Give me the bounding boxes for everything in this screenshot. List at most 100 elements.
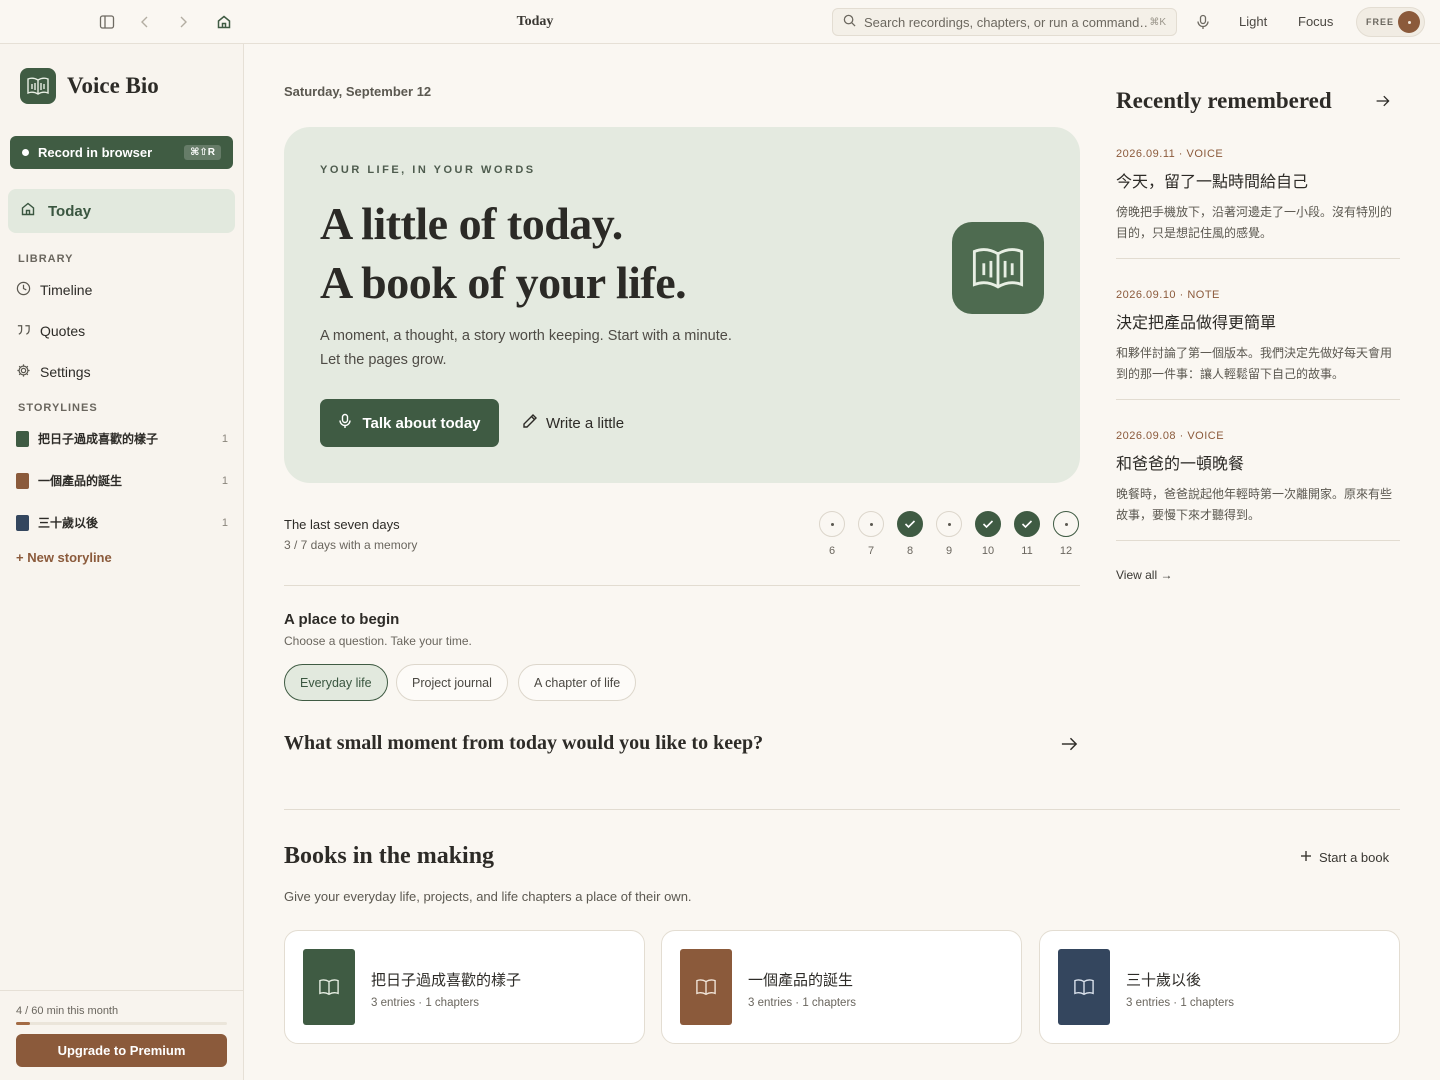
clock-icon: [16, 281, 31, 299]
chip-everyday-life[interactable]: Everyday life: [284, 664, 388, 701]
storyline-item[interactable]: 一個產品的誕生 1: [16, 472, 228, 489]
storyline-swatch: [16, 472, 29, 489]
week-day[interactable]: 9: [936, 511, 962, 557]
memory-body-line: 晚餐時，爸爸說起他年輕時第一次離開家。原來有些: [1116, 487, 1393, 501]
check-icon: [897, 511, 923, 537]
sidebar-item-timeline[interactable]: Timeline: [16, 281, 92, 299]
book-card[interactable]: 一個產品的誕生 3 entries · 1 chapters: [661, 930, 1022, 1044]
storyline-count: 1: [221, 432, 228, 445]
sidebar-item-quotes[interactable]: Quotes: [16, 322, 85, 340]
week-day-number: 6: [828, 545, 836, 557]
account-menu[interactable]: FREE: [1356, 7, 1425, 37]
memory-body-line: 故事，要慢下來才聽得到。: [1116, 508, 1261, 522]
memory-item[interactable]: 2026.09.10 · NOTE 決定把產品做得更簡單 和夥伴討論了第一個版本…: [1116, 289, 1400, 385]
week-day-number: 10: [981, 545, 995, 557]
record-label: Record in browser: [38, 145, 153, 160]
chip-project-journal[interactable]: Project journal: [396, 664, 508, 701]
sidebar-item-label: Timeline: [40, 282, 93, 298]
memory-item[interactable]: 2026.09.11 · VOICE 今天，留了一點時間給自己 傍晚把手機放下，…: [1116, 148, 1400, 244]
view-all-link[interactable]: View all →: [1116, 568, 1172, 582]
upgrade-button[interactable]: Upgrade to Premium: [16, 1034, 227, 1067]
hero-subtitle-line-1: A moment, a thought, a story worth keepi…: [320, 328, 732, 344]
week-summary: 3 / 7 days with a memory: [284, 538, 418, 552]
book-meta: 3 entries · 1 chapters: [748, 997, 857, 1009]
new-storyline-link[interactable]: + New storyline: [16, 550, 112, 565]
storyline-label: 把日子過成喜歡的樣子: [38, 432, 159, 446]
usage-label: 4 / 60 min this month: [16, 1005, 119, 1017]
week-day-number: 7: [867, 545, 875, 557]
divider: [1116, 540, 1400, 541]
storyline-label: 三十歲以後: [38, 516, 99, 530]
memory-title: 決定把產品做得更簡單: [1116, 315, 1277, 332]
memory-body-line: 傍晚把手機放下，沿著河邊走了一小段。沒有特別的: [1116, 205, 1393, 219]
record-shortcut: ⌘⇧R: [184, 145, 221, 160]
avatar: [1398, 11, 1420, 33]
arrow-right-icon[interactable]: [1060, 735, 1079, 758]
books-title: Books in the making: [284, 843, 495, 869]
week-day[interactable]: 8: [897, 511, 923, 557]
book-logo-icon: [20, 68, 56, 104]
microphone-icon[interactable]: [1192, 11, 1214, 33]
week-day[interactable]: 6: [819, 511, 845, 557]
prompt-question[interactable]: What small moment from today would you l…: [284, 732, 763, 755]
day-circle: [1053, 511, 1079, 537]
gear-icon: [16, 363, 31, 381]
divider: [0, 990, 244, 991]
week-day[interactable]: 11: [1014, 511, 1040, 557]
week-day[interactable]: 12: [1053, 511, 1079, 557]
theme-toggle[interactable]: Light: [1239, 14, 1267, 29]
memory-item[interactable]: 2026.09.08 · VOICE 和爸爸的一頓晚餐 晚餐時，爸爸說起他年輕時…: [1116, 430, 1400, 526]
storyline-swatch: [16, 514, 29, 531]
plan-badge: FREE: [1366, 17, 1395, 27]
week-day[interactable]: 7: [858, 511, 884, 557]
memory-body-line: 到的那一件事：讓人輕鬆留下自己的故事。: [1116, 367, 1345, 381]
storyline-count: 1: [221, 474, 228, 487]
storyline-item[interactable]: 把日子過成喜歡的樣子 1: [16, 430, 228, 447]
start-book-button[interactable]: Start a book: [1300, 850, 1389, 865]
week-day-number: 11: [1021, 545, 1033, 557]
quote-icon: [16, 322, 31, 340]
book-title: 一個產品的誕生: [748, 972, 854, 989]
storyline-item[interactable]: 三十歲以後 1: [16, 514, 228, 531]
storyline-swatch: [16, 430, 29, 447]
book-meta: 3 entries · 1 chapters: [371, 997, 480, 1009]
hero-subtitle-line-2: Let the pages grow.: [320, 352, 447, 368]
week-day[interactable]: 10: [975, 511, 1001, 557]
talk-about-today-button[interactable]: Talk about today: [320, 399, 499, 447]
open-book-icon: [696, 979, 716, 996]
open-book-icon: [319, 979, 339, 996]
sidebar-item-today[interactable]: Today: [8, 189, 235, 233]
hero-card: YOUR LIFE, IN YOUR WORDS A little of tod…: [284, 127, 1080, 483]
week-title: The last seven days: [284, 517, 400, 532]
record-button[interactable]: Record in browser ⌘⇧R: [10, 136, 233, 169]
book-title: 把日子過成喜歡的樣子: [371, 972, 522, 989]
book-cover: [303, 949, 355, 1025]
record-dot-icon: [22, 149, 29, 156]
memory-title: 和爸爸的一頓晚餐: [1116, 456, 1245, 473]
pencil-icon: [522, 413, 538, 433]
divider: [284, 585, 1080, 586]
week-day-number: 9: [945, 545, 953, 557]
write-a-little-button[interactable]: Write a little: [522, 413, 624, 433]
storyline-count: 1: [221, 516, 228, 529]
storylines-heading: STORYLINES: [18, 402, 98, 414]
book-card[interactable]: 三十歲以後 3 entries · 1 chapters: [1039, 930, 1400, 1044]
hero-headline-line-1: A little of today.: [320, 198, 623, 249]
focus-toggle[interactable]: Focus: [1298, 14, 1333, 29]
arrow-right-icon[interactable]: [1375, 93, 1391, 114]
sidebar-item-label: Quotes: [40, 323, 86, 339]
book-card[interactable]: 把日子過成喜歡的樣子 3 entries · 1 chapters: [284, 930, 645, 1044]
memory-meta: 2026.09.08 · VOICE: [1116, 430, 1225, 442]
chip-chapter-of-life[interactable]: A chapter of life: [518, 664, 637, 701]
recently-remembered-title: Recently remembered: [1116, 88, 1332, 113]
sidebar-item-settings[interactable]: Settings: [16, 363, 91, 381]
microphone-icon: [338, 413, 352, 433]
sidebar: Voice Bio Record in browser ⌘⇧R Today LI…: [0, 44, 244, 1080]
day-circle: [858, 511, 884, 537]
brand[interactable]: Voice Bio: [20, 68, 159, 104]
books-subtitle: Give your everyday life, projects, and l…: [284, 889, 692, 904]
search-input[interactable]: Search recordings, chapters, or run a co…: [832, 8, 1177, 36]
divider: [284, 809, 1400, 810]
storyline-label: 一個產品的誕生: [38, 474, 123, 488]
check-icon: [1014, 511, 1040, 537]
